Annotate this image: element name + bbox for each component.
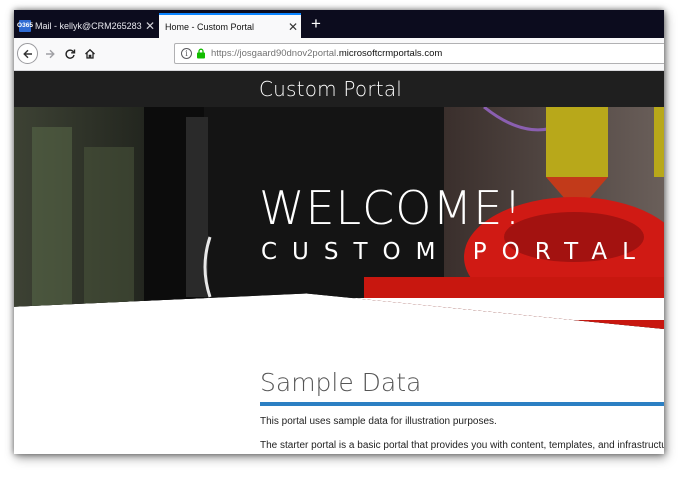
back-button[interactable] bbox=[17, 43, 38, 64]
portal-title[interactable]: Custom Portal bbox=[259, 77, 402, 101]
paragraph: The starter portal is a basic portal tha… bbox=[260, 440, 664, 451]
tab-label: Home - Custom Portal bbox=[165, 21, 255, 32]
navigation-toolbar: i https://josgaard90dnov2portal. microsof… bbox=[14, 38, 664, 71]
office365-icon: O365 bbox=[17, 19, 33, 32]
arrow-right-icon bbox=[46, 49, 55, 59]
tab-mail[interactable]: O365 Mail - kellyk@CRM265283.OnM ✕ bbox=[14, 13, 158, 38]
address-bar[interactable]: i https://josgaard90dnov2portal. microsof… bbox=[174, 43, 664, 64]
arrow-left-icon bbox=[22, 49, 32, 58]
search-input[interactable] bbox=[260, 298, 664, 320]
home-icon bbox=[85, 48, 95, 59]
url-domain: microsoftcrmportals.com bbox=[338, 48, 443, 59]
forward-button[interactable] bbox=[40, 44, 60, 64]
tab-label: Mail - kellyk@CRM265283.OnM bbox=[35, 20, 142, 31]
portal-subtitle: CUSTOM PORTAL bbox=[261, 239, 650, 265]
browser-window: O365 Mail - kellyk@CRM265283.OnM ✕ Home … bbox=[14, 10, 664, 454]
tab-home[interactable]: Home - Custom Portal ✕ bbox=[159, 13, 301, 38]
paragraph: This portal uses sample data for illustr… bbox=[260, 416, 497, 427]
reload-button[interactable] bbox=[60, 44, 80, 64]
portal-header: Custom Portal bbox=[14, 71, 664, 107]
new-tab-button[interactable]: + bbox=[306, 13, 326, 37]
welcome-heading: WELCOME! bbox=[259, 181, 523, 235]
web-page: Custom Portal WELCOME! CUSTOM PORTAL Sea… bbox=[14, 71, 664, 454]
section-heading: Sample Data bbox=[260, 368, 422, 397]
reload-icon bbox=[65, 49, 76, 59]
lock-icon bbox=[197, 48, 205, 59]
close-icon[interactable]: ✕ bbox=[142, 19, 158, 33]
close-icon[interactable]: ✕ bbox=[285, 20, 301, 34]
hero-banner: WELCOME! CUSTOM PORTAL bbox=[14, 107, 664, 329]
heading-divider bbox=[260, 402, 664, 406]
url-prefix: https://josgaard90dnov2portal. bbox=[211, 48, 339, 59]
info-icon[interactable]: i bbox=[181, 48, 192, 59]
home-button[interactable] bbox=[80, 44, 100, 64]
tab-strip: O365 Mail - kellyk@CRM265283.OnM ✕ Home … bbox=[14, 10, 664, 38]
